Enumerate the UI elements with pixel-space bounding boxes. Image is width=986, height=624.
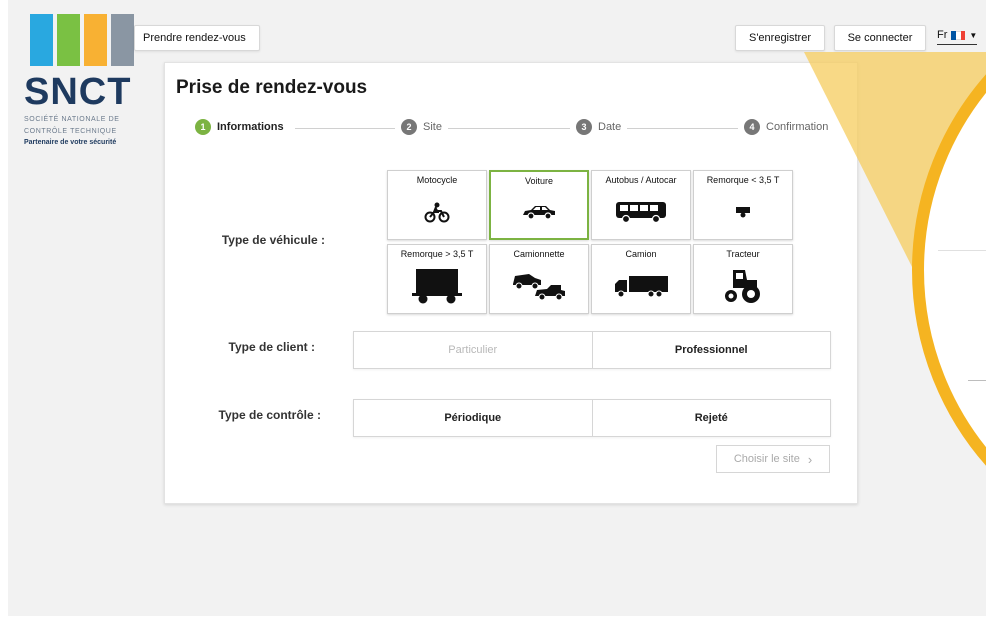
brand-subtitle-1: SOCIÉTÉ NATIONALE DE	[24, 116, 120, 123]
motorcycle-icon	[424, 185, 450, 239]
vehicle-option-label: Remorque < 3,5 T	[706, 175, 780, 185]
app-frame: SNCT SOCIÉTÉ NATIONALE DE CONTRÔLE TECHN…	[8, 0, 986, 616]
login-button[interactable]: Se connecter	[834, 25, 926, 51]
step-informations[interactable]: 1 Informations	[195, 119, 290, 135]
control-option-periodique[interactable]: Périodique	[354, 400, 592, 436]
logo-color-bars	[30, 14, 134, 66]
vehicle-option-voiture[interactable]: Voiture	[489, 170, 589, 240]
step-number: 2	[401, 119, 417, 135]
vehicle-option-label: Motocycle	[416, 175, 458, 185]
step-label: Confirmation	[766, 121, 829, 133]
control-type-segmented: Périodique Rejeté	[353, 399, 831, 437]
brand-subtitle-2: CONTRÔLE TECHNIQUE	[24, 128, 117, 135]
choose-site-button[interactable]: Choisir le site ›	[716, 445, 830, 473]
language-label: Fr	[937, 29, 948, 41]
bus-icon	[615, 185, 667, 239]
stepper-line	[295, 128, 815, 129]
tractor-icon	[723, 259, 763, 313]
vehicle-option-camion[interactable]: Camion	[591, 244, 691, 314]
vehicle-option-label: Camion	[625, 249, 657, 259]
vehicle-option-label: Camionnette	[513, 249, 565, 259]
vehicle-option-label: Remorque > 3,5 T	[400, 249, 474, 259]
appointment-card: Prise de rendez-vous 1 Informations 2 Si…	[164, 62, 858, 504]
step-date[interactable]: 3 Date	[570, 119, 628, 135]
step-label: Site	[423, 121, 442, 133]
vehicle-option-remorque-large[interactable]: Remorque > 3,5 T	[387, 244, 487, 314]
vehicle-option-label: Voiture	[524, 176, 554, 186]
brand-name: SNCT	[24, 71, 132, 113]
step-label: Informations	[217, 121, 284, 133]
control-type-label: Type de contrôle :	[218, 408, 321, 422]
french-flag-icon	[951, 30, 966, 40]
vehicle-option-motocycle[interactable]: Motocycle	[387, 170, 487, 240]
car-icon	[521, 186, 557, 238]
step-confirmation[interactable]: 4 Confirmation	[738, 119, 835, 135]
client-type-segmented: Particulier Professionnel	[353, 331, 831, 369]
vehicle-option-autobus[interactable]: Autobus / Autocar	[591, 170, 691, 240]
brand-logo[interactable]: SNCT SOCIÉTÉ NATIONALE DE CONTRÔLE TECHN…	[24, 14, 134, 148]
step-number: 1	[195, 119, 211, 135]
small-trailer-icon	[735, 185, 751, 239]
appointment-button[interactable]: Prendre rendez-vous	[134, 25, 260, 51]
van-icon	[511, 259, 567, 313]
step-number: 4	[744, 119, 760, 135]
page-title: Prise de rendez-vous	[176, 77, 368, 98]
register-button[interactable]: S'enregistrer	[735, 25, 825, 51]
step-label: Date	[598, 121, 622, 133]
step-number: 3	[576, 119, 592, 135]
truck-icon	[613, 259, 669, 313]
vehicle-option-tracteur[interactable]: Tracteur	[693, 244, 793, 314]
vehicle-type-label: Type de véhicule :	[221, 233, 325, 247]
control-option-rejete[interactable]: Rejeté	[591, 400, 831, 436]
vehicle-option-label: Tracteur	[726, 249, 760, 259]
client-option-particulier[interactable]: Particulier	[354, 332, 592, 368]
step-site[interactable]: 2 Site	[395, 119, 448, 135]
choose-site-label: Choisir le site	[733, 453, 800, 465]
vehicle-option-camionnette[interactable]: Camionnette	[489, 244, 589, 314]
chevron-down-icon: ▼	[969, 30, 978, 40]
progress-stepper: 1 Informations 2 Site 3 Date 4 Confirmat…	[195, 119, 835, 139]
brand-tagline: Partenaire de votre sécurité	[24, 139, 117, 146]
chevron-right-icon: ›	[807, 451, 813, 467]
vehicle-option-label: Autobus / Autocar	[605, 175, 677, 185]
client-type-label: Type de client :	[228, 340, 315, 354]
client-option-professionnel[interactable]: Professionnel	[591, 332, 831, 368]
language-selector[interactable]: Fr ▼	[937, 29, 978, 45]
large-trailer-icon	[411, 259, 463, 313]
vehicle-option-remorque-small[interactable]: Remorque < 3,5 T	[693, 170, 793, 240]
